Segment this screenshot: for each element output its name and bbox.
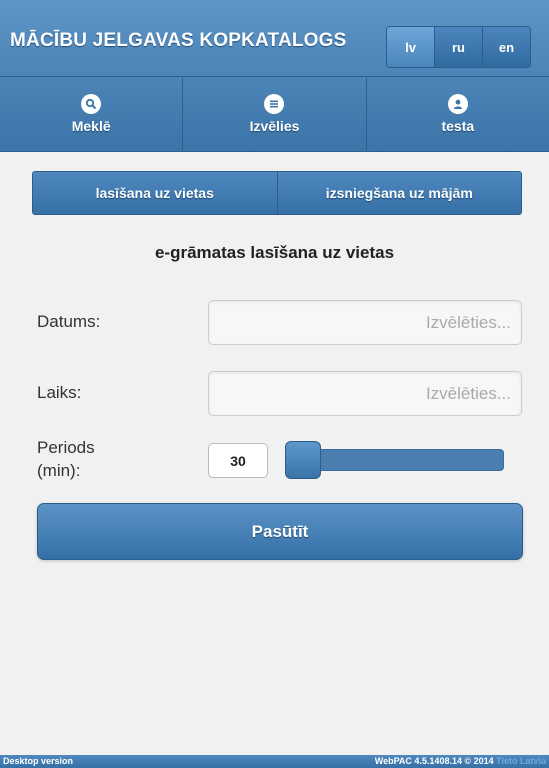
lang-ru-button[interactable]: ru	[434, 27, 482, 67]
lang-en-button[interactable]: en	[482, 27, 530, 67]
nav-search[interactable]: Meklē	[0, 77, 182, 150]
footer: Desktop version WebPAC 4.5.1408.14 © 201…	[0, 755, 549, 768]
app-title: MĀCĪBU JELGAVAS KOPKATALOGS	[10, 30, 347, 51]
language-switcher: lv ru en	[386, 26, 531, 68]
footer-brand-link[interactable]: Tieto Latvia	[496, 756, 546, 766]
tab-read-on-site[interactable]: lasīšana uz vietas	[33, 172, 277, 214]
nav-search-label: Meklē	[71, 117, 111, 134]
date-field[interactable]: Izvēlēties...	[208, 300, 522, 345]
page-title: e-grāmatas lasīšana uz vietas	[154, 243, 395, 262]
search-icon	[81, 93, 102, 114]
time-label: Laiks:	[37, 383, 82, 402]
lang-lv-button[interactable]: lv	[387, 27, 434, 67]
date-label: Datums:	[37, 312, 101, 331]
app-header: MĀCĪBU JELGAVAS KOPKATALOGS lv ru en Mek…	[0, 0, 549, 152]
main-nav: Meklē Izvēlies testa	[0, 76, 549, 150]
tab-lend-home[interactable]: izsniegšana uz mājām	[276, 172, 521, 214]
footer-copyright: WebPAC 4.5.1408.14 © 2014 Tieto Latvia	[375, 756, 546, 766]
time-field[interactable]: Izvēlēties...	[208, 371, 522, 416]
list-icon	[264, 93, 285, 114]
desktop-version-link[interactable]: Desktop version	[3, 756, 73, 766]
nav-choose[interactable]: Izvēlies	[182, 77, 365, 150]
user-icon	[447, 93, 468, 114]
footer-version: WebPAC 4.5.1408.14 © 2014	[374, 756, 494, 766]
period-slider-handle[interactable]	[285, 441, 321, 479]
nav-user[interactable]: testa	[365, 77, 549, 150]
order-button[interactable]: Pasūtīt	[37, 503, 523, 560]
period-label-line1: Periods	[37, 438, 95, 457]
period-label-line2: (min):	[37, 461, 81, 480]
nav-choose-label: Izvēlies	[249, 117, 300, 134]
period-input[interactable]: 30	[208, 443, 268, 478]
nav-user-label: testa	[441, 117, 475, 134]
mode-segmented-control: lasīšana uz vietas izsniegšana uz mājām	[32, 171, 522, 215]
